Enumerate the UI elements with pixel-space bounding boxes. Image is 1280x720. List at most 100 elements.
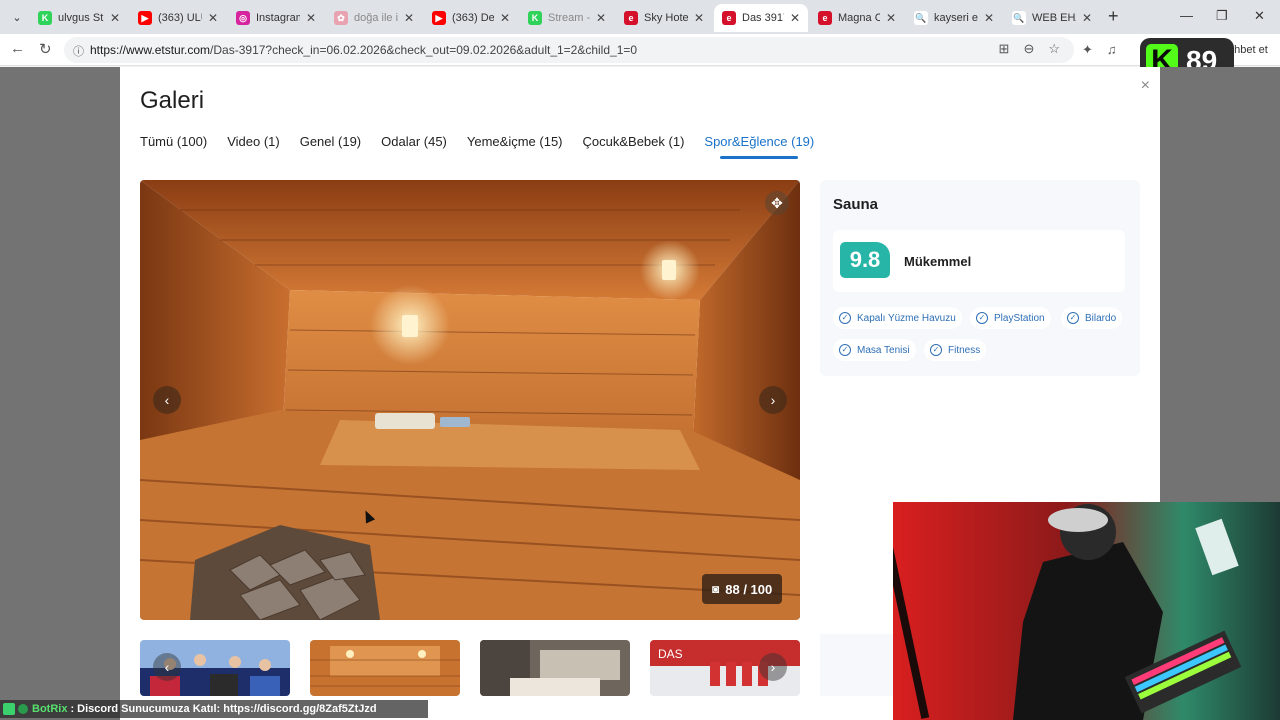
tab-favicon-icon: e — [818, 11, 832, 25]
browser-tab[interactable]: ▶ (363) ULUD ✕ — [130, 4, 226, 32]
browser-tab[interactable]: K Stream - K ✕ — [520, 4, 614, 32]
browser-tab[interactable]: ✿ doğa ile iç ✕ — [326, 4, 422, 32]
photo-counter-text: 88 / 100 — [725, 581, 773, 597]
sauna-photo — [140, 180, 800, 620]
prev-photo-button[interactable]: ‹ — [153, 386, 181, 414]
browser-tab[interactable]: 🔍 WEB EHATS ✕ — [1004, 4, 1100, 32]
close-icon[interactable]: × — [1141, 77, 1150, 95]
thumbnail-sauna[interactable] — [310, 640, 460, 696]
address-bar-row: ← ↻ ⓘ https://www.etstur.com/Das-3917?ch… — [0, 34, 1280, 66]
tab-close-icon[interactable]: ✕ — [886, 11, 896, 25]
tab-close-icon[interactable]: ✕ — [596, 11, 606, 25]
media-icon[interactable]: ♫ — [1107, 42, 1117, 58]
tab-favicon-icon: e — [722, 11, 736, 25]
thumbnail-sauna-image — [310, 640, 460, 696]
browser-tab-strip: ⌄ Kulvgus Stre ✕ ▶ (363) ULUD ✕ ◎ Instagram ✕ ✿ d… — [0, 0, 1280, 34]
thumbnail-spa-image — [480, 640, 630, 696]
thumbnail-spa-room[interactable] — [480, 640, 630, 696]
main-photo[interactable] — [140, 180, 800, 620]
gallery-tab[interactable]: Odalar (45) — [381, 134, 447, 149]
photo-info-card: Sauna 9.8 Mükemmel ✓ Kapalı Yüzme Havuzu ✓… — [820, 180, 1140, 376]
tab-title: Sky Hotel E — [644, 12, 688, 24]
new-tab-button[interactable]: + — [1108, 6, 1119, 27]
verified-badge-icon — [18, 704, 28, 714]
tab-title: (363) ULUD — [158, 12, 202, 24]
url-path: /Das-3917?check_in=06.02.2026&check_out=… — [210, 43, 638, 57]
gallery-tab[interactable]: Genel (19) — [300, 134, 361, 149]
webcam-overlay — [893, 502, 1280, 720]
gallery-tab[interactable]: Video (1) — [227, 134, 280, 149]
fullscreen-move-icon[interactable]: ✥ — [765, 191, 789, 215]
rating-score: 9.8 — [840, 242, 890, 278]
close-window-button[interactable]: ✕ — [1254, 8, 1265, 24]
tab-close-icon[interactable]: ✕ — [208, 11, 218, 25]
favorite-star-icon[interactable]: ☆ — [1048, 41, 1060, 57]
tab-search-chevron-icon[interactable]: ⌄ — [6, 7, 28, 27]
extension-icons: ✦ ♫ — [1082, 42, 1117, 58]
amenity-label: Bilardo — [1085, 312, 1117, 324]
extensions-puzzle-icon[interactable]: ✦ — [1082, 42, 1093, 58]
tab-favicon-icon: ▶ — [138, 11, 152, 25]
tab-title: WEB EHATS — [1032, 12, 1076, 24]
gallery-tab[interactable]: Tümü (100) — [140, 134, 207, 149]
amenity-label: Fitness — [948, 344, 981, 356]
tab-close-icon[interactable]: ✕ — [984, 11, 994, 25]
tab-title: doğa ile iç — [354, 12, 398, 24]
amenity-label: Masa Tenisi — [857, 344, 910, 356]
svg-text:DAS: DAS — [658, 647, 683, 661]
url-actions: ⊞ ⊖ ☆ — [999, 41, 1060, 57]
tab-close-icon[interactable]: ✕ — [110, 11, 120, 25]
tab-close-icon[interactable]: ✕ — [694, 11, 704, 25]
chat-message: : Discord Sunucumuza Katıl: https://disc… — [70, 703, 377, 715]
browser-tab[interactable]: ◎ Instagram ✕ — [228, 4, 324, 32]
site-info-icon[interactable]: ⓘ — [73, 43, 84, 59]
browser-tab[interactable]: e Das 3917 | ✕ — [714, 4, 808, 32]
webcam-image — [893, 502, 1280, 720]
back-arrow-icon[interactable]: ← — [10, 40, 25, 57]
check-circle-icon: ✓ — [930, 344, 942, 356]
minimize-button[interactable]: — — [1180, 8, 1193, 23]
apps-icon[interactable]: ⊞ — [999, 41, 1010, 57]
tab-close-icon[interactable]: ✕ — [500, 11, 510, 25]
browser-tab[interactable]: e Sky Hotel E ✕ — [616, 4, 712, 32]
amenity-label: Kapalı Yüzme Havuzu — [857, 312, 956, 324]
tab-favicon-icon: 🔍 — [1012, 11, 1026, 25]
tab-title: Stream - K — [548, 12, 590, 24]
reload-icon[interactable]: ↻ — [39, 40, 52, 58]
browser-tab[interactable]: 🔍 kayseri erc ✕ — [906, 4, 1002, 32]
amenity-chip: ✓ Kapalı Yüzme Havuzu — [833, 307, 962, 329]
tab-close-icon[interactable]: ✕ — [306, 11, 316, 25]
photo-counter: ◙ 88 / 100 — [702, 574, 783, 604]
gallery-tab[interactable]: Çocuk&Bebek (1) — [583, 134, 685, 149]
tab-close-icon[interactable]: ✕ — [790, 11, 800, 25]
gallery-tab[interactable]: Spor&Eğlence (19) — [704, 134, 814, 159]
rating-label: Mükemmel — [904, 254, 972, 269]
tab-close-icon[interactable]: ✕ — [1082, 11, 1092, 25]
chat-message-bar: BotRix : Discord Sunucumuza Katıl: https… — [0, 700, 428, 718]
gallery-title: Galeri — [140, 87, 205, 114]
tab-close-icon[interactable]: ✕ — [404, 11, 414, 25]
thumbnail-side-panel — [820, 634, 900, 696]
tab-favicon-icon: ✿ — [334, 11, 348, 25]
photo-title: Sauna — [833, 196, 879, 213]
rating-box: 9.8 Mükemmel — [833, 230, 1125, 292]
thumbnails-next-button[interactable]: › — [759, 653, 787, 681]
url-input[interactable]: ⓘ https://www.etstur.com/Das-3917?check_… — [64, 37, 1074, 63]
url-host: https://www.etstur.com — [90, 43, 211, 57]
browser-tab[interactable]: ▶ (363) Demi ✕ — [424, 4, 518, 32]
browser-tab[interactable]: e Magna Cha ✕ — [810, 4, 904, 32]
tab-favicon-icon: K — [38, 11, 52, 25]
browser-tab[interactable]: Kulvgus Stre ✕ — [30, 4, 128, 32]
more-icon[interactable]: ⊖ — [1023, 41, 1034, 57]
restore-button[interactable]: ❐ — [1216, 8, 1228, 24]
thumbnails-prev-button[interactable]: ‹ — [153, 653, 181, 681]
tab-favicon-icon: 🔍 — [914, 11, 928, 25]
amenity-chip: ✓ Fitness — [924, 339, 987, 361]
tab-favicon-icon: ▶ — [432, 11, 446, 25]
amenity-chip: ✓ Masa Tenisi — [833, 339, 916, 361]
check-circle-icon: ✓ — [839, 344, 851, 356]
check-circle-icon: ✓ — [839, 312, 851, 324]
tab-title: Instagram — [256, 12, 300, 24]
next-photo-button[interactable]: › — [759, 386, 787, 414]
gallery-tab[interactable]: Yeme&içme (15) — [467, 134, 563, 149]
